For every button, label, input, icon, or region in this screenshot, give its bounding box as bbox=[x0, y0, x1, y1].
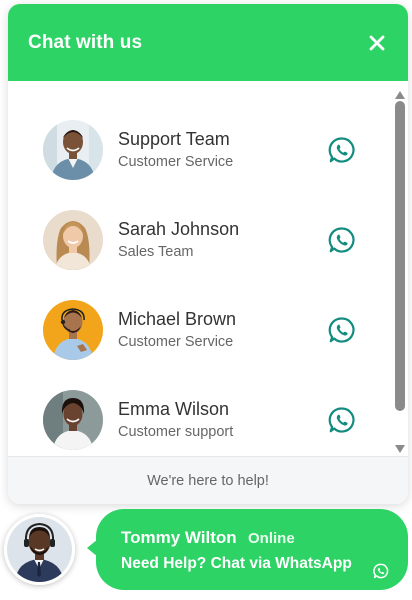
whatsapp-icon[interactable] bbox=[328, 316, 356, 344]
launcher-avatar[interactable] bbox=[4, 514, 75, 585]
whatsapp-icon[interactable] bbox=[328, 406, 356, 434]
scroll-down-arrow-icon[interactable] bbox=[394, 441, 406, 453]
panel-header: Chat with us bbox=[8, 4, 408, 81]
scroll-thumb[interactable] bbox=[395, 101, 405, 411]
agent-role: Customer Service bbox=[118, 334, 234, 350]
agent-role: Sales Team bbox=[118, 244, 194, 260]
agent-name: Sarah Johnson bbox=[118, 219, 240, 239]
panel-footer: We're here to help! bbox=[8, 456, 408, 504]
agent-role: Customer support bbox=[118, 424, 234, 440]
agent-name: Michael Brown bbox=[118, 309, 237, 329]
online-status: Online bbox=[248, 530, 295, 547]
agent-name: Support Team bbox=[118, 129, 230, 149]
agent-role: Customer Service bbox=[118, 154, 234, 170]
agent-item-emma-wilson[interactable]: Emma Wilson Customer support bbox=[8, 375, 388, 465]
avatar bbox=[43, 300, 103, 360]
avatar bbox=[43, 390, 103, 450]
close-icon[interactable] bbox=[366, 32, 388, 54]
agent-name: Emma Wilson bbox=[118, 399, 230, 419]
whatsapp-icon bbox=[373, 563, 389, 579]
agent-item-michael-brown[interactable]: Michael Brown Customer Service bbox=[8, 285, 388, 375]
whatsapp-chat-launcher[interactable]: Tommy Wilton Online Need Help? Chat via … bbox=[87, 509, 408, 590]
footer-text: We're here to help! bbox=[147, 472, 269, 489]
whatsapp-icon[interactable] bbox=[328, 226, 356, 254]
launcher-agent-name: Tommy Wilton bbox=[121, 528, 237, 547]
launcher-cta: Need Help? Chat via WhatsApp bbox=[121, 555, 352, 572]
chat-panel: Chat with us Support Team Customer Servi… bbox=[8, 4, 408, 504]
agent-item-support-team[interactable]: Support Team Customer Service bbox=[8, 105, 388, 195]
panel-title: Chat with us bbox=[28, 31, 143, 53]
avatar bbox=[43, 210, 103, 270]
avatar bbox=[43, 120, 103, 180]
scrollbar[interactable] bbox=[392, 84, 408, 454]
agent-list: Support Team Customer Service Sarah John… bbox=[8, 81, 408, 456]
agent-item-sarah-johnson[interactable]: Sarah Johnson Sales Team bbox=[8, 195, 388, 285]
bubble-tail bbox=[87, 539, 98, 557]
whatsapp-icon[interactable] bbox=[328, 136, 356, 164]
scroll-up-arrow-icon[interactable] bbox=[394, 87, 406, 99]
